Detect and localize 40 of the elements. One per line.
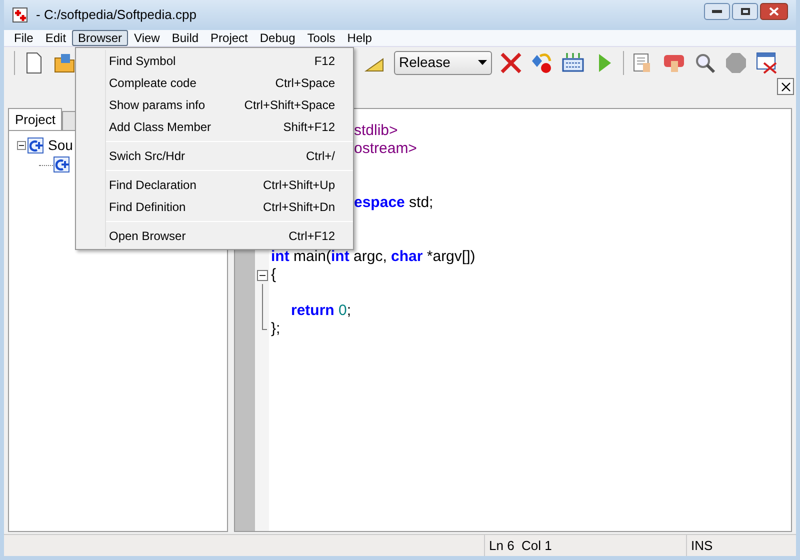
menu-item[interactable]: Project bbox=[204, 30, 254, 46]
menu-item[interactable]: Tools bbox=[301, 30, 342, 46]
code-line: int main(int argc, char *argv[]) bbox=[271, 248, 476, 266]
menu-item[interactable]: Build bbox=[166, 30, 205, 46]
collapse-icon[interactable] bbox=[17, 141, 26, 150]
code-line: espace std; bbox=[354, 194, 434, 212]
menu-item[interactable]: Find Symbol F12 bbox=[106, 50, 353, 72]
menu-item[interactable]: Compleate code Ctrl+Space bbox=[106, 72, 353, 94]
breakpoint-icon[interactable] bbox=[530, 50, 554, 74]
sidebar-tab[interactable]: Project bbox=[8, 108, 62, 130]
menu-item[interactable]: Browser bbox=[72, 30, 128, 46]
cpp-file-icon bbox=[53, 156, 71, 174]
close-icon bbox=[780, 82, 790, 92]
code-line: }; bbox=[271, 320, 280, 338]
menu-item[interactable]: Debug bbox=[254, 30, 302, 46]
delete-icon[interactable] bbox=[499, 50, 523, 74]
menu-item[interactable]: Edit bbox=[39, 30, 72, 46]
keyboard-icon[interactable] bbox=[561, 50, 585, 74]
cursor-position: Ln 6 Col 1 bbox=[484, 535, 686, 556]
close-icon bbox=[769, 6, 779, 16]
code-line: ostream> bbox=[354, 140, 417, 158]
insert-mode: INS bbox=[686, 535, 796, 556]
window-title: - C:/softpedia/Softpedia.cpp bbox=[36, 6, 196, 24]
menu-item[interactable]: Help bbox=[341, 30, 378, 46]
code-line: { bbox=[271, 266, 276, 284]
fold-icon[interactable] bbox=[256, 270, 268, 280]
source-file-icon bbox=[27, 136, 45, 154]
caret-icon bbox=[478, 60, 487, 65]
configuration-dropdown[interactable]: Release bbox=[394, 50, 492, 74]
maximize-button[interactable] bbox=[732, 2, 758, 20]
close-document-button[interactable] bbox=[777, 78, 794, 95]
tree-item[interactable]: Sou bbox=[48, 135, 73, 156]
menu-item[interactable]: File bbox=[8, 30, 40, 46]
close-button[interactable] bbox=[760, 2, 788, 20]
code-line: stdlib> bbox=[354, 122, 398, 140]
menu-item[interactable]: View bbox=[128, 30, 166, 46]
code-line: return 0; bbox=[290, 302, 352, 320]
close-window-icon[interactable] bbox=[755, 50, 779, 74]
minimize-button[interactable] bbox=[704, 2, 730, 20]
app-icon bbox=[12, 7, 28, 23]
